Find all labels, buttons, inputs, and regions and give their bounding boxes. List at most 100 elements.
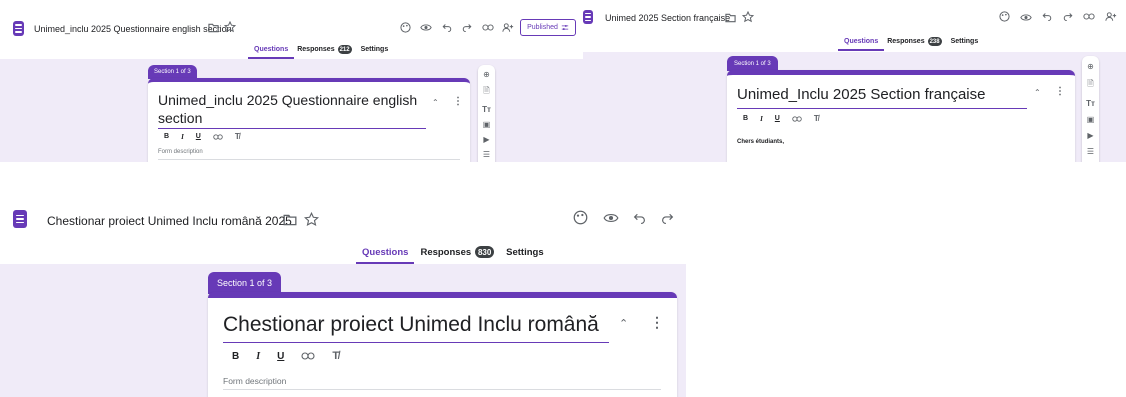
formatting-toolbar: B I U T̸ bbox=[743, 114, 819, 123]
description-underline bbox=[223, 389, 661, 390]
add-question-icon[interactable]: ⊕ bbox=[1087, 62, 1094, 71]
tab-questions[interactable]: Questions bbox=[247, 46, 295, 59]
form-title-header[interactable]: Unimed_inclu 2025 Questionnaire english … bbox=[34, 24, 232, 34]
tab-questions[interactable]: Questions bbox=[355, 247, 415, 264]
tab-settings[interactable]: Settings bbox=[361, 46, 389, 53]
header-bar: Unimed 2025 Section française bbox=[583, 0, 1126, 36]
add-image-icon[interactable]: ▣ bbox=[1087, 115, 1095, 124]
form-header-card: Unimed_inclu 2025 Questionnaire english … bbox=[148, 78, 470, 162]
folder-icon[interactable] bbox=[208, 23, 219, 33]
undo-icon[interactable] bbox=[633, 211, 646, 224]
tab-responses[interactable]: Responses 212 bbox=[297, 45, 352, 54]
link-icon[interactable] bbox=[1083, 13, 1095, 20]
add-collaborator-icon[interactable] bbox=[502, 22, 514, 33]
add-title-icon[interactable]: Tт bbox=[1086, 99, 1095, 108]
section-tag: Section 1 of 3 bbox=[727, 56, 778, 71]
form-title-input[interactable]: Chestionar proiect Unimed Inclu română bbox=[223, 312, 613, 338]
collapse-icon[interactable]: ⌃ bbox=[432, 98, 439, 107]
star-icon[interactable] bbox=[742, 11, 754, 23]
editor-canvas: Section 1 of 3 Unimed_inclu 2025 Questio… bbox=[0, 59, 583, 162]
tab-bar: Questions Responses 238 Settings bbox=[837, 37, 979, 51]
add-image-icon[interactable]: ▣ bbox=[483, 120, 491, 129]
form-description-input[interactable]: Form description bbox=[158, 149, 203, 155]
form-title-header[interactable]: Unimed 2025 Section française bbox=[605, 13, 730, 23]
add-collaborator-icon[interactable] bbox=[1105, 11, 1117, 22]
tab-bar: Questions Responses 212 Settings bbox=[247, 45, 389, 59]
tab-responses-label: Responses bbox=[420, 246, 472, 258]
form-title-input[interactable]: Unimed_Inclu 2025 Section française bbox=[737, 86, 1037, 105]
tab-responses[interactable]: Responses 830 bbox=[420, 246, 495, 258]
section-tag: Section 1 of 3 bbox=[148, 65, 197, 79]
preview-eye-icon[interactable] bbox=[420, 23, 432, 32]
tab-bar: Questions Responses 830 Settings bbox=[355, 246, 544, 264]
form-header-card: Chestionar proiect Unimed Inclu română ⌃… bbox=[208, 292, 677, 397]
add-video-icon[interactable]: ▶ bbox=[483, 135, 489, 144]
underline-button[interactable]: U bbox=[277, 351, 284, 362]
palette-icon[interactable] bbox=[573, 210, 588, 225]
link-icon[interactable] bbox=[482, 24, 494, 31]
palette-icon[interactable] bbox=[999, 11, 1010, 22]
redo-icon[interactable] bbox=[661, 211, 674, 224]
tab-questions[interactable]: Questions bbox=[837, 38, 885, 51]
clear-formatting-icon[interactable]: T̸ bbox=[814, 114, 819, 123]
collapse-icon[interactable]: ⌃ bbox=[619, 317, 628, 330]
title-underline bbox=[158, 128, 426, 129]
star-icon[interactable] bbox=[304, 212, 319, 227]
folder-icon[interactable] bbox=[283, 214, 297, 226]
palette-icon[interactable] bbox=[400, 22, 411, 33]
folder-icon[interactable] bbox=[725, 13, 736, 23]
question-toolbar: ⊕ 🗎 Tт ▣ ▶ ☰ bbox=[478, 65, 495, 162]
google-forms-icon[interactable] bbox=[13, 210, 27, 228]
clear-formatting-icon[interactable]: T̸ bbox=[332, 350, 339, 362]
underline-button[interactable]: U bbox=[775, 115, 780, 122]
responses-count-badge: 238 bbox=[927, 37, 942, 46]
undo-icon[interactable] bbox=[442, 22, 452, 32]
bold-button[interactable]: B bbox=[743, 115, 748, 122]
tune-icon bbox=[561, 24, 569, 31]
preview-eye-icon[interactable] bbox=[1020, 13, 1032, 22]
header-bar: Chestionar proiect Unimed Inclu română 2… bbox=[0, 190, 686, 242]
add-title-icon[interactable]: Tт bbox=[482, 105, 491, 114]
italic-button[interactable]: I bbox=[760, 115, 763, 123]
tab-responses-label: Responses bbox=[887, 38, 925, 45]
form-editor-panel-french: Unimed 2025 Section française Questions … bbox=[583, 0, 1126, 162]
add-section-icon[interactable]: ☰ bbox=[1087, 147, 1094, 156]
form-description-input[interactable]: Form description bbox=[223, 376, 286, 386]
form-description-text[interactable]: Chers étudiants, bbox=[737, 139, 784, 145]
tab-responses[interactable]: Responses 238 bbox=[887, 37, 942, 46]
title-underline bbox=[223, 342, 609, 343]
bold-button[interactable]: B bbox=[164, 133, 169, 140]
italic-button[interactable]: I bbox=[256, 351, 260, 362]
add-section-icon[interactable]: ☰ bbox=[483, 150, 490, 159]
link-icon[interactable] bbox=[213, 133, 223, 140]
add-question-icon[interactable]: ⊕ bbox=[483, 70, 490, 79]
more-options-icon[interactable]: ⋮ bbox=[650, 314, 664, 331]
more-options-icon[interactable]: ⋮ bbox=[1055, 86, 1065, 97]
clear-formatting-icon[interactable]: T̸ bbox=[235, 132, 240, 141]
redo-icon[interactable] bbox=[1063, 11, 1073, 21]
link-icon[interactable] bbox=[792, 115, 802, 122]
import-questions-icon[interactable]: 🗎 bbox=[1087, 78, 1093, 92]
preview-eye-icon[interactable] bbox=[603, 212, 619, 224]
editor-canvas: Section 1 of 3 Chestionar proiect Unimed… bbox=[0, 264, 686, 397]
header-bar: Unimed_inclu 2025 Questionnaire english … bbox=[0, 0, 583, 46]
google-forms-icon[interactable] bbox=[583, 10, 593, 24]
star-icon[interactable] bbox=[224, 21, 236, 33]
add-video-icon[interactable]: ▶ bbox=[1087, 131, 1093, 140]
redo-icon[interactable] bbox=[462, 22, 472, 32]
undo-icon[interactable] bbox=[1042, 11, 1052, 21]
tab-settings[interactable]: Settings bbox=[506, 247, 543, 258]
italic-button[interactable]: I bbox=[181, 133, 184, 141]
formatting-toolbar: B I U T̸ bbox=[164, 132, 240, 141]
collapse-icon[interactable]: ⌃ bbox=[1034, 88, 1041, 97]
google-forms-icon[interactable] bbox=[13, 21, 24, 36]
tab-settings[interactable]: Settings bbox=[951, 38, 979, 45]
form-title-input[interactable]: Unimed_inclu 2025 Questionnaire english … bbox=[158, 92, 418, 127]
more-options-icon[interactable]: ⋮ bbox=[453, 96, 463, 107]
underline-button[interactable]: U bbox=[196, 133, 201, 140]
link-icon[interactable] bbox=[301, 352, 315, 360]
bold-button[interactable]: B bbox=[232, 351, 239, 362]
form-title-header[interactable]: Chestionar proiect Unimed Inclu română 2… bbox=[47, 214, 292, 228]
published-button[interactable]: Published bbox=[520, 19, 576, 36]
import-questions-icon[interactable]: 🗎 bbox=[483, 85, 489, 99]
